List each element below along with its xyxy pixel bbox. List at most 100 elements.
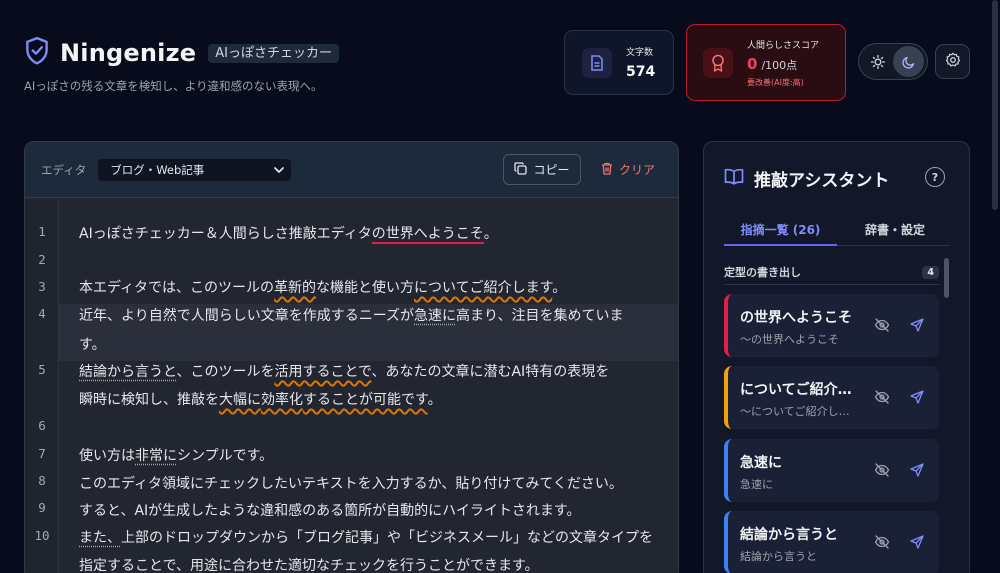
issue-card[interactable]: についてご紹介… ～についてご紹介し… [724, 366, 939, 429]
editor-line[interactable]: 近年、より自然で人間らしい文章を作成するニーズが急速に高まり、注目を集めていま [79, 304, 669, 329]
issue-group-count: 4 [922, 266, 939, 279]
issue-group-label: 定型の書き出し [724, 264, 801, 280]
text-run: な機能と使い方 [316, 280, 414, 296]
flagged-phrase[interactable]: 結論から言うと [79, 364, 176, 380]
moon-icon[interactable] [893, 46, 924, 77]
award-icon [703, 48, 733, 78]
issue-pattern: 結論から言うと [740, 548, 855, 564]
text-run: 本エディタでは、このツールの [79, 280, 274, 296]
clear-label: クリア [619, 161, 655, 178]
text-run: 。 [552, 280, 566, 296]
issue-pattern: 急速に [740, 476, 855, 492]
app-subtitle: AIっぽさの残る文章を検知し、より違和感のない表現へ。 [24, 78, 339, 94]
chevron-down-icon [274, 163, 284, 177]
brand: Ningenize AIっぽさチェッカー AIっぽさの残る文章を検知し、より違和… [24, 36, 339, 94]
send-icon[interactable] [908, 388, 926, 406]
char-count-card: 文字数 574 [564, 30, 674, 95]
tab-dictionary-settings[interactable]: 辞書・設定 [865, 221, 925, 238]
editor-line-wrap[interactable]: す。 [79, 333, 669, 358]
flagged-phrase[interactable]: 急速に [414, 308, 456, 324]
text-run: 近年、より自然で人間らしい文章を作成するニーズが [79, 308, 414, 324]
issue-pattern: ～についてご紹介し… [740, 403, 855, 419]
text-run: 使い方は [79, 448, 135, 464]
eye-off-icon[interactable] [873, 461, 891, 479]
flagged-phrase[interactable]: 非常に [135, 448, 177, 464]
eye-off-icon[interactable] [873, 316, 891, 334]
issue-pattern: ～の世界へようこそ [740, 331, 855, 347]
app-title: Ningenize [60, 39, 196, 67]
score-max: /100点 [761, 57, 797, 73]
flagged-phrase[interactable]: することが可能です [303, 392, 428, 408]
editor-label: エディタ [41, 162, 86, 178]
char-count-value: 574 [626, 64, 655, 80]
copy-icon [514, 162, 533, 178]
editor-line[interactable]: 本エディタでは、このツールの革新的な機能と使い方についてご紹介します。 [79, 276, 669, 301]
flagged-phrase[interactable]: 大幅に [219, 392, 261, 408]
flagged-phrase[interactable]: 革新的 [274, 280, 316, 296]
line-number: 7 [25, 446, 59, 461]
issue-card[interactable]: の世界へようこそ ～の世界へようこそ [724, 294, 939, 357]
app-badge: AIっぽさチェッカー [208, 44, 339, 63]
issue-group-header[interactable]: 定型の書き出し 4 [724, 264, 939, 280]
page-scrollbar[interactable] [992, 0, 998, 210]
assistant-title: 推敲アシスタント [754, 166, 889, 191]
text-run: 上部のドロップダウンから「ブログ記事」や「ビジネスメール」などの文章タイプを [121, 530, 653, 546]
line-number: 8 [25, 473, 59, 488]
flagged-phrase[interactable]: 効率化 [261, 392, 303, 408]
send-icon[interactable] [908, 461, 926, 479]
text-run: 瞬時に検知し、推敲を [79, 392, 219, 408]
text-run: AIっぽさチェッカー＆人間らしさ推敲エディタ [79, 226, 372, 242]
help-icon[interactable]: ? [925, 167, 945, 187]
editor-line[interactable]: 結論から言うと、このツールを活用することで、あなたの文章に潜むAI特有の表現を [79, 360, 669, 385]
line-number: 1 [25, 224, 59, 239]
char-count-label: 文字数 [626, 45, 655, 58]
text-run: す。 [79, 337, 106, 353]
text-run: シンプルです。 [177, 448, 273, 464]
text-run: 高まり、注目を集めていま [456, 308, 623, 324]
copy-button[interactable]: コピー [503, 154, 581, 185]
eye-off-icon[interactable] [873, 533, 891, 551]
scrollbar[interactable] [944, 258, 949, 298]
flagged-phrase[interactable]: の世界へようこそ [372, 226, 484, 244]
editor-toolbar: エディタ ブログ・Web記事 コピー クリア [25, 142, 678, 198]
document-type-value: ブログ・Web記事 [110, 162, 204, 178]
send-icon[interactable] [908, 533, 926, 551]
line-number: 6 [25, 418, 59, 433]
issue-card[interactable]: 結論から言うと 結論から言うと [724, 511, 939, 573]
score-value: 0 [747, 55, 757, 73]
clear-button[interactable]: クリア [597, 154, 659, 185]
line-number: 10 [25, 528, 59, 543]
divider [724, 284, 939, 285]
text-run: 。 [484, 226, 498, 242]
score-label: 人間らしさスコア [747, 38, 819, 51]
theme-toggle[interactable] [858, 43, 928, 80]
trash-icon [601, 162, 619, 178]
editor-line-wrap[interactable]: 瞬時に検知し、推敲を大幅に効率化することが可能です。 [79, 388, 669, 413]
flagged-phrase[interactable]: また、 [79, 530, 121, 546]
flagged-phrase[interactable]: についてご紹介します [414, 280, 552, 296]
editor-line[interactable]: このエディタ領域にチェックしたいテキストを入力するか、貼り付けてみてください。 [79, 472, 669, 497]
assistant-tabs: 指摘一覧 (26) 辞書・設定 [724, 214, 950, 246]
issue-title: 結論から言うと [740, 524, 860, 544]
editor-line[interactable]: 使い方は非常にシンプルです。 [79, 444, 669, 469]
tab-issues[interactable]: 指摘一覧 (26) [724, 221, 837, 246]
editor-line[interactable]: AIっぽさチェッカー＆人間らしさ推敲エディタの世界へようこそ。 [79, 222, 669, 247]
line-number: 2 [25, 252, 59, 267]
send-icon[interactable] [908, 316, 926, 334]
issue-card[interactable]: 急速に 急速に [724, 439, 939, 502]
text-run: 。 [428, 392, 442, 408]
editor-line[interactable]: すると、AIが生成したような違和感のある箇所が自動的にハイライトされます。 [79, 499, 669, 524]
issue-title: の世界へようこそ [740, 307, 860, 327]
line-number: 5 [25, 362, 59, 377]
flagged-phrase[interactable]: 活用することで [274, 364, 371, 380]
assistant-panel: 推敲アシスタント ? 指摘一覧 (26) 辞書・設定 定型の書き出し 4 の世界… [703, 141, 970, 573]
line-number: 4 [25, 306, 59, 321]
settings-button[interactable] [935, 44, 970, 79]
document-type-select[interactable]: ブログ・Web記事 [98, 159, 291, 181]
editor-line-wrap[interactable]: 指定することで、用途に合わせた適切なチェックを行うことができます。 [79, 554, 669, 573]
editor-line[interactable]: また、上部のドロップダウンから「ブログ記事」や「ビジネスメール」などの文章タイプ… [79, 526, 669, 551]
editor-panel: エディタ ブログ・Web記事 コピー クリア 1 2 3 4 5 6 7 8 9… [24, 141, 679, 573]
text-run: 、このツールを [176, 364, 274, 380]
eye-off-icon[interactable] [873, 388, 891, 406]
sun-icon[interactable] [862, 46, 893, 77]
